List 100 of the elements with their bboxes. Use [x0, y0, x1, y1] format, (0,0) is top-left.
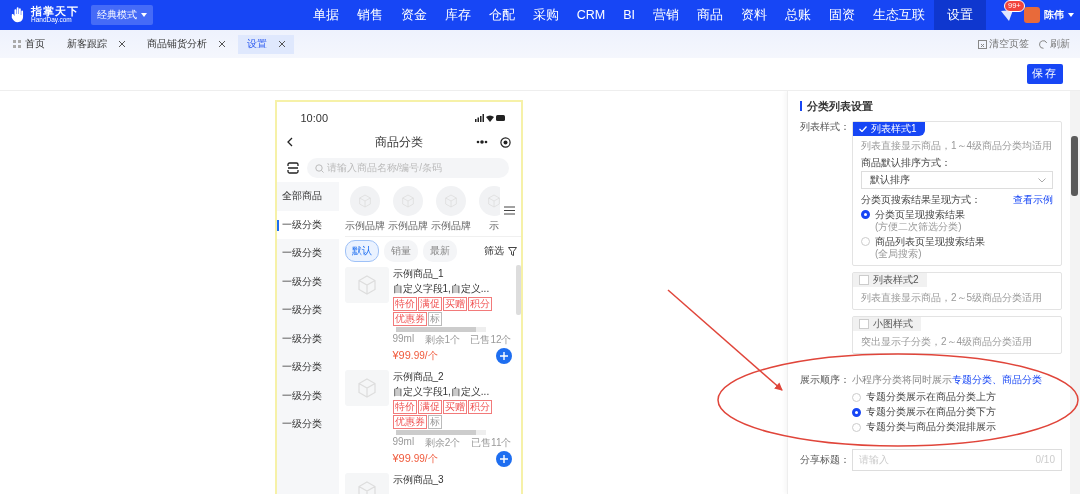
sort-chip[interactable]: 最新: [422, 240, 457, 262]
nav-item[interactable]: 固资: [820, 0, 864, 30]
nav-item[interactable]: 商品: [688, 0, 732, 30]
caret-icon: [141, 13, 147, 17]
product-name[interactable]: 示例商品_1: [392, 267, 512, 281]
refresh-button[interactable]: 刷新: [1039, 37, 1070, 51]
category-item[interactable]: 一级分类: [276, 267, 339, 296]
scrollbar[interactable]: [1070, 91, 1080, 494]
grid-icon: [13, 40, 21, 48]
product-sold: 已售11个: [471, 436, 512, 450]
nav-item[interactable]: CRM: [567, 0, 615, 30]
brand-name[interactable]: 示例品牌: [344, 219, 385, 233]
category-item[interactable]: 一级分类: [276, 381, 339, 410]
nav-item[interactable]: 资金: [391, 0, 436, 30]
nav-item[interactable]: 仓配: [479, 0, 524, 30]
brand-name[interactable]: 示例品牌: [430, 219, 471, 233]
product-tag: 优惠券: [392, 415, 427, 429]
close-icon[interactable]: [279, 41, 285, 47]
nav-item[interactable]: BI: [614, 0, 644, 30]
nav-item[interactable]: 设置: [934, 0, 986, 30]
order-note: 小程序分类将同时展示专题分类、商品分类: [852, 374, 1042, 386]
user-name[interactable]: 陈伟: [1044, 8, 1064, 22]
menu-icon[interactable]: [503, 206, 515, 215]
brand-name[interactable]: 示例品牌: [387, 219, 428, 233]
style-option-description: 列表直接显示商品，2～5级商品分类适用: [861, 292, 1044, 304]
nav-item[interactable]: 采购: [523, 0, 568, 30]
filter-icon[interactable]: [507, 246, 517, 256]
add-to-cart-button[interactable]: [495, 348, 512, 364]
field-label: 展示顺序：: [800, 374, 851, 386]
filter-button[interactable]: 筛选: [483, 244, 504, 258]
nav-item[interactable]: 库存: [435, 0, 480, 30]
style-option-description: 列表直接显示商品，1～4级商品分类均适用: [861, 140, 1053, 152]
plus-icon: [499, 352, 508, 360]
category-item[interactable]: 一级分类: [276, 296, 339, 325]
close-icon[interactable]: [119, 41, 125, 47]
page-tab[interactable]: 商品铺货分析: [138, 34, 234, 54]
back-icon[interactable]: [286, 137, 293, 147]
view-example-link[interactable]: 查看示例: [1013, 194, 1053, 206]
category-item[interactable]: 一级分类: [276, 210, 339, 239]
save-button[interactable]: 保存: [1027, 64, 1063, 84]
sort-chip[interactable]: 默认: [344, 240, 379, 262]
close-icon[interactable]: [219, 41, 225, 47]
radio-label[interactable]: 专题分类与商品分类混排展示: [866, 421, 996, 433]
product-stock: 剩余1个: [424, 333, 461, 347]
page-tab[interactable]: 首页: [4, 34, 54, 54]
category-link[interactable]: 专题分类、商品分类: [952, 374, 1042, 385]
scan-icon[interactable]: [286, 162, 299, 174]
checkbox[interactable]: [859, 319, 869, 329]
clear-tabs-button[interactable]: 清空页签: [978, 37, 1029, 51]
page-tab[interactable]: 设置: [238, 34, 294, 54]
checkbox[interactable]: [859, 275, 869, 285]
page-tab[interactable]: 新客跟踪: [58, 34, 134, 54]
product-tag: 买赠: [442, 400, 467, 414]
sort-select[interactable]: 默认排序: [861, 171, 1053, 189]
search-icon: [314, 163, 324, 173]
more-icon[interactable]: [475, 140, 488, 144]
target-icon[interactable]: [499, 136, 511, 148]
sort-label: 商品默认排序方式：: [861, 157, 952, 169]
nav-item[interactable]: 单据: [303, 0, 348, 30]
product-tag: 标: [427, 415, 442, 429]
category-item[interactable]: 一级分类: [276, 353, 339, 382]
category-item[interactable]: 全部商品: [276, 182, 339, 211]
chevron-icon: [1038, 177, 1046, 183]
nav-item[interactable]: 营销: [644, 0, 688, 30]
radio-label[interactable]: 专题分类展示在商品分类上方: [866, 391, 996, 403]
add-to-cart-button[interactable]: [495, 451, 512, 467]
sort-chip[interactable]: 销量: [383, 240, 418, 262]
category-item[interactable]: 一级分类: [276, 410, 339, 439]
radio-label[interactable]: 商品列表页呈现搜索结果: [875, 236, 985, 248]
mode-dropdown[interactable]: 经典模式: [91, 5, 153, 25]
category-item[interactable]: 一级分类: [276, 324, 339, 353]
style-option-card[interactable]: 列表样式2 列表直接显示商品，2～5级商品分类适用: [852, 272, 1062, 310]
product-spec: 99ml: [392, 436, 415, 449]
radio-label[interactable]: 专题分类展示在商品分类下方: [866, 406, 996, 418]
section-title: 分类列表设置: [807, 100, 873, 112]
product-tag: 特价: [392, 400, 417, 414]
nav-item[interactable]: 生态互联: [864, 0, 934, 30]
product-tag: 积分: [467, 297, 492, 311]
product-tag: 特价: [392, 297, 417, 311]
brand-name[interactable]: 示: [488, 219, 499, 233]
radio-button[interactable]: [852, 408, 861, 417]
product-stock: 剩余2个: [424, 436, 461, 450]
product-price: ¥99.99/个: [392, 349, 438, 363]
check-icon: [859, 126, 867, 132]
product-tag: 优惠券: [392, 312, 427, 326]
list-scrollbar[interactable]: [515, 265, 521, 315]
style-option-card[interactable]: 小图样式 突出显示子分类，2～4级商品分类适用: [852, 316, 1062, 354]
product-tag: 满促: [417, 400, 442, 414]
product-name[interactable]: 示例商品_3: [392, 473, 512, 487]
product-name[interactable]: 示例商品_2: [392, 370, 512, 384]
product-fields: 自定义字段1,自定义...: [392, 282, 512, 296]
radio-label[interactable]: 分类页呈现搜索结果: [875, 209, 965, 221]
category-item[interactable]: 一级分类: [276, 239, 339, 268]
style-option-description: 突出显示子分类，2～4级商品分类适用: [861, 336, 1034, 348]
refresh-icon: [1039, 39, 1048, 49]
nav-item[interactable]: 资料: [732, 0, 776, 30]
nav-item[interactable]: 销售: [347, 0, 392, 30]
caret-icon[interactable]: [1068, 13, 1074, 17]
radio-button[interactable]: [861, 210, 870, 219]
nav-item[interactable]: 总账: [776, 0, 820, 30]
